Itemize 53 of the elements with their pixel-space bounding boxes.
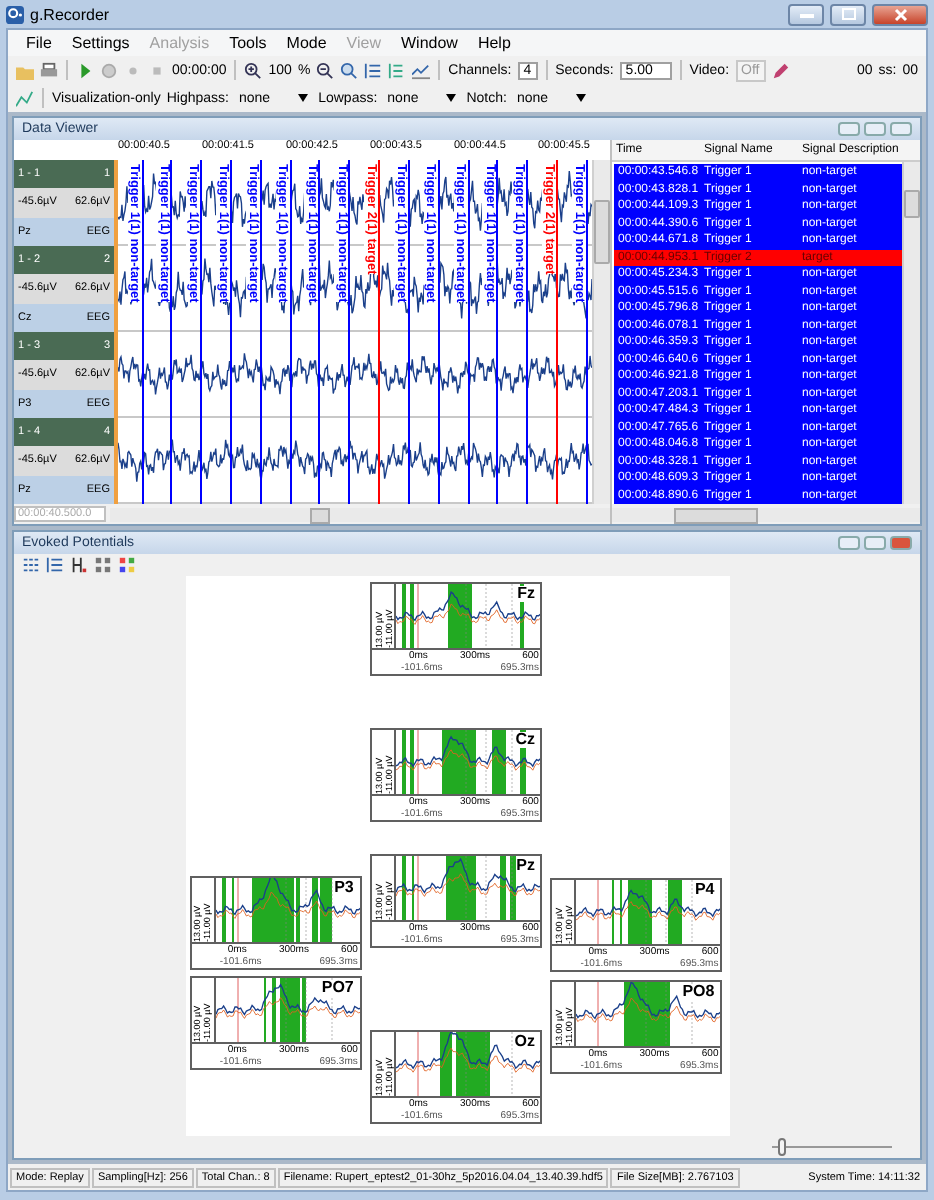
maximize-button[interactable] xyxy=(864,536,886,550)
maximize-icon xyxy=(841,8,855,20)
minimize-button[interactable] xyxy=(838,122,860,136)
zoom-out-icon[interactable] xyxy=(316,61,335,79)
electrode-label: PO7 xyxy=(321,980,354,997)
menu-item[interactable]: Tools xyxy=(219,34,277,52)
electrode-label: P3 xyxy=(334,879,354,896)
electrode-label: Fz xyxy=(517,585,535,602)
rows-icon[interactable] xyxy=(388,61,407,79)
maximize-button[interactable] xyxy=(864,122,886,136)
pencil-icon[interactable] xyxy=(771,61,790,79)
list-icon[interactable] xyxy=(22,556,40,574)
dot-icon[interactable] xyxy=(124,61,142,79)
electrode-label: Oz xyxy=(514,1033,535,1050)
color-grid-icon[interactable] xyxy=(118,556,136,574)
list-icon[interactable] xyxy=(46,556,64,574)
caret-icon xyxy=(576,94,587,102)
minimize-icon xyxy=(799,11,813,17)
chart-icon[interactable] xyxy=(16,89,34,107)
close-button[interactable] xyxy=(890,536,912,550)
maximize-button[interactable] xyxy=(830,3,866,25)
printer-icon[interactable] xyxy=(40,61,58,79)
menu-item[interactable]: File xyxy=(16,34,62,52)
chart-icon[interactable] xyxy=(412,61,431,79)
close-button[interactable] xyxy=(890,122,912,136)
scrollbar-thumb[interactable] xyxy=(904,190,920,218)
zoom-in-icon[interactable] xyxy=(244,61,263,79)
menu-item[interactable]: Mode xyxy=(276,34,337,52)
menu-item[interactable]: Window xyxy=(391,34,468,52)
app-icon xyxy=(6,5,24,23)
electrode-label: PO8 xyxy=(682,983,715,1000)
menu-item[interactable]: Help xyxy=(467,34,521,52)
caret-icon xyxy=(446,94,457,102)
electrode-label: Pz xyxy=(516,857,535,874)
menu-item[interactable]: Settings xyxy=(61,34,140,52)
electrode-label: Cz xyxy=(515,731,535,748)
close-icon xyxy=(893,7,907,21)
electrode-label: P4 xyxy=(694,882,715,899)
play-icon[interactable] xyxy=(76,61,94,79)
minimize-button[interactable] xyxy=(788,3,824,25)
rows-icon[interactable] xyxy=(364,61,383,79)
minimize-button[interactable] xyxy=(838,536,860,550)
caret-icon xyxy=(298,94,309,102)
search-icon[interactable] xyxy=(340,61,359,79)
zoom-slider[interactable] xyxy=(772,1138,892,1156)
slider-thumb[interactable] xyxy=(777,1138,786,1156)
record-icon[interactable] xyxy=(100,61,118,79)
grid-icon[interactable] xyxy=(94,556,112,574)
scrollbar-thumb[interactable] xyxy=(673,507,758,523)
scrollbar-thumb[interactable] xyxy=(310,507,330,523)
scrollbar-thumb[interactable] xyxy=(594,200,610,264)
close-button[interactable] xyxy=(872,3,928,25)
window-title: g.Recorder xyxy=(30,5,110,23)
